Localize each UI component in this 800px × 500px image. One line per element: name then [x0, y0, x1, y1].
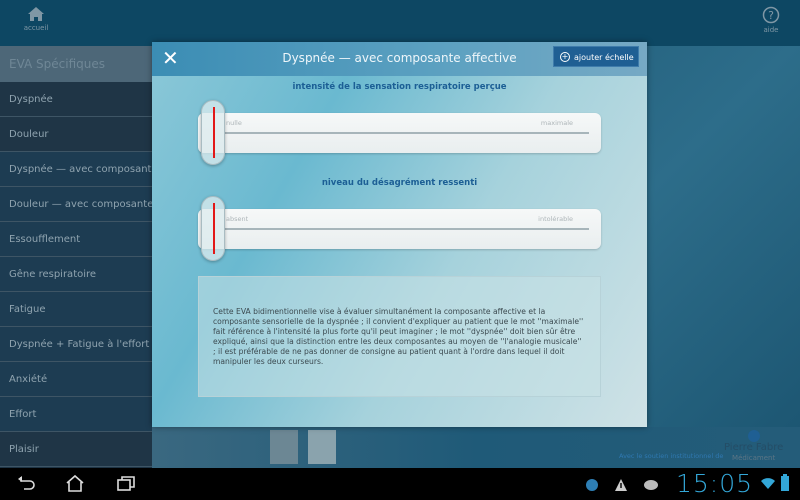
help-label: aide	[763, 26, 779, 34]
slider-1-max-label: maximale	[540, 119, 573, 127]
clock: 15:05	[676, 469, 754, 498]
sidebar-item-fatigue[interactable]: Fatigue	[0, 292, 152, 327]
sidebar-item-dyspnee-affective[interactable]: Dyspnée — avec composante affective	[0, 152, 152, 187]
system-nav-bar: 15:05	[0, 468, 800, 500]
slider-1-thumb[interactable]	[201, 100, 225, 165]
sponsor-sub: Médicament	[732, 454, 776, 462]
sidebar-item-effort[interactable]: Effort	[0, 397, 152, 432]
pierre-fabre-logo: Pierre Fabre Médicament	[724, 430, 783, 463]
sponsor-name: Pierre Fabre	[724, 442, 784, 453]
slider-2-min-label: absent	[226, 215, 249, 223]
slider-1-track[interactable]: nulle maximale	[198, 113, 601, 153]
svg-text:?: ?	[768, 9, 774, 22]
sidebar-item-essoufflement[interactable]: Essoufflement	[0, 222, 152, 257]
footer: Avec le soutien institutionnel de Pierre…	[152, 427, 800, 468]
help-icon: ?	[762, 6, 780, 24]
home-icon	[28, 7, 44, 21]
slider-2-label: niveau du désagrément ressenti	[321, 178, 478, 188]
home-label: accueil	[23, 24, 49, 32]
sidebar: EVA Spécifiques Dyspnée Douleur Dyspnée …	[0, 46, 152, 468]
battery-icon	[781, 474, 789, 491]
sidebar-item-plaisir[interactable]: Plaisir	[0, 432, 152, 467]
back-icon[interactable]	[16, 474, 36, 492]
scale-dialog: ✕ Dyspnée — avec composante affective + …	[152, 42, 647, 427]
sidebar-item-dyspnee-fatigue[interactable]: Dyspnée + Fatigue à l'effort	[0, 327, 152, 362]
sidebar-item-douleur-affective[interactable]: Douleur — avec composante affective	[0, 187, 152, 222]
sidebar-item-douleur[interactable]: Douleur	[0, 117, 152, 152]
add-scale-button[interactable]: + ajouter échelle	[553, 46, 639, 67]
warning-icon	[615, 479, 627, 491]
home-button[interactable]: accueil	[16, 6, 56, 32]
slider-2-track[interactable]: absent intolérable	[198, 209, 601, 249]
slider-1-label: intensité de la sensation respiratoire p…	[292, 82, 507, 92]
home-nav-icon[interactable]	[65, 474, 85, 492]
support-text: Avec le soutien institutionnel de	[619, 452, 724, 460]
sidebar-item-dyspnee[interactable]: Dyspnée	[0, 82, 152, 117]
sidebar-item-anxiete[interactable]: Anxiété	[0, 362, 152, 397]
app-notification-icon	[586, 479, 598, 491]
add-scale-label: ajouter échelle	[574, 53, 634, 62]
top-bar: accueil ? aide	[0, 0, 800, 46]
dialog-header: ✕ Dyspnée — avec composante affective + …	[152, 42, 647, 76]
android-debug-icon	[644, 480, 658, 490]
help-button[interactable]: ? aide	[751, 6, 791, 34]
elsevier-masson-logo	[270, 430, 298, 464]
splf-logo	[308, 430, 336, 464]
wifi-icon	[761, 478, 775, 489]
slider-2-thumb[interactable]	[201, 196, 225, 261]
slider-2-max-label: intolérable	[538, 215, 573, 223]
recent-apps-icon[interactable]	[116, 474, 136, 492]
sidebar-header: EVA Spécifiques	[0, 46, 152, 82]
slider-1-min-label: nulle	[226, 119, 242, 127]
sidebar-item-gene-respiratoire[interactable]: Gêne respiratoire	[0, 257, 152, 292]
add-icon: +	[560, 52, 570, 62]
description-text: Cette EVA bidimentionnelle vise à évalue…	[198, 276, 601, 397]
